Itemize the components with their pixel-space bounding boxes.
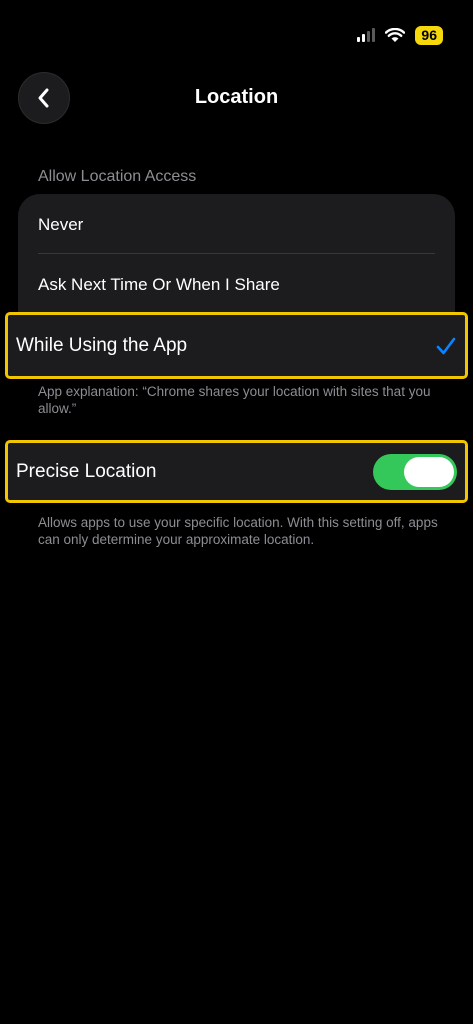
option-while-using[interactable]: While Using the App [5, 312, 468, 379]
option-while-using-label: While Using the App [16, 334, 188, 356]
status-bar: 96 [357, 24, 443, 46]
cellular-signal-icon [357, 28, 376, 42]
precise-location-label: Precise Location [16, 460, 157, 482]
precise-location-description: Allows apps to use your specific locatio… [38, 515, 438, 547]
checkmark-icon [436, 337, 456, 354]
toggle-knob [404, 456, 454, 487]
app-explanation-text: App explanation: “Chrome shares your loc… [38, 384, 431, 416]
section-label: Allow Location Access [38, 168, 197, 185]
divider [38, 253, 435, 254]
option-ask-next-time[interactable]: Ask Next Time Or When I Share [38, 275, 280, 295]
wifi-icon [385, 27, 406, 42]
page-title: Location [194, 86, 279, 108]
battery-badge: 96 [415, 25, 443, 45]
precise-location-row: Precise Location [5, 440, 468, 503]
option-never[interactable]: Never [38, 215, 83, 235]
precise-location-toggle[interactable] [373, 453, 457, 490]
